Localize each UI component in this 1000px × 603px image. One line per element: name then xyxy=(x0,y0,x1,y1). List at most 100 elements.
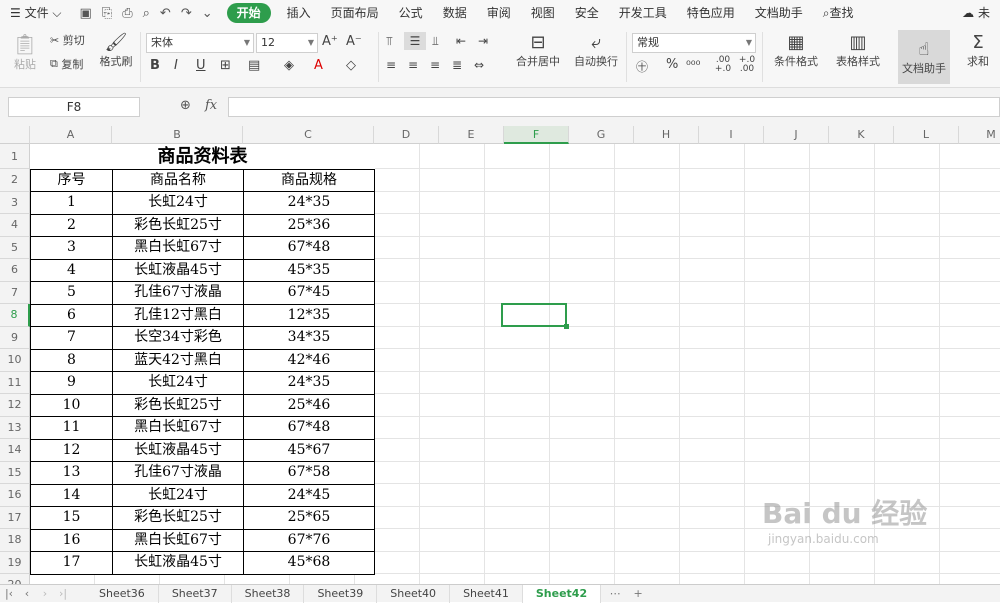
column-header-C[interactable]: C xyxy=(243,126,374,144)
product-spec-cell[interactable]: 25*65 xyxy=(243,506,375,530)
product-name-cell[interactable]: 黑白长虹67寸 xyxy=(112,416,244,440)
tab-formulas[interactable]: 公式 xyxy=(389,0,433,26)
highlight-icon[interactable]: ◈ xyxy=(284,58,294,73)
row-header-13[interactable]: 13 xyxy=(0,416,30,439)
index-cell[interactable]: 11 xyxy=(30,416,113,440)
product-spec-cell[interactable]: 67*58 xyxy=(243,461,375,485)
tab-page-layout[interactable]: 页面布局 xyxy=(321,0,389,26)
product-spec-cell[interactable]: 67*76 xyxy=(243,528,375,552)
font-color-icon[interactable]: A xyxy=(314,58,323,73)
zoom-icon[interactable]: ⊕ xyxy=(180,98,191,113)
sum-button[interactable]: Σ 求和 xyxy=(960,32,996,69)
first-sheet-icon[interactable]: |‹ xyxy=(0,587,18,600)
save-icon[interactable]: ▣ xyxy=(80,6,92,21)
row-header-11[interactable]: 11 xyxy=(0,371,30,394)
table-style-button[interactable]: ▥ 表格样式 xyxy=(830,32,886,69)
row-header-14[interactable]: 14 xyxy=(0,439,30,462)
column-header-D[interactable]: D xyxy=(374,126,439,144)
product-name-cell[interactable]: 孔佳67寸液晶 xyxy=(112,281,244,305)
align-middle-icon[interactable]: ☰ xyxy=(404,32,426,50)
product-name-cell[interactable]: 蓝天42寸黑白 xyxy=(112,348,244,372)
product-spec-cell[interactable]: 12*35 xyxy=(243,303,375,327)
tab-developer[interactable]: 开发工具 xyxy=(609,0,677,26)
row-header-8[interactable]: 8 xyxy=(0,304,30,327)
tab-insert[interactable]: 插入 xyxy=(277,0,321,26)
index-cell[interactable]: 12 xyxy=(30,438,113,462)
index-cell[interactable]: 17 xyxy=(30,551,113,575)
add-sheet-icon[interactable]: + xyxy=(629,587,647,600)
row-header-3[interactable]: 3 xyxy=(0,191,30,214)
search-button[interactable]: ⌕查找 xyxy=(813,0,864,26)
index-cell[interactable]: 1 xyxy=(30,191,113,215)
product-name-cell[interactable]: 长虹液晶45寸 xyxy=(112,551,244,575)
paste-button[interactable]: 📋︎ 粘贴 xyxy=(8,32,42,72)
header-cell[interactable]: 商品名称 xyxy=(112,168,244,192)
align-top-icon[interactable]: ⫪ xyxy=(386,34,393,49)
more-sheets-icon[interactable]: ⋯ xyxy=(601,587,629,600)
thousands-icon[interactable]: ⁰⁰⁰ xyxy=(686,58,700,72)
decrease-font-icon[interactable]: A⁻ xyxy=(346,34,362,49)
row-header-12[interactable]: 12 xyxy=(0,394,30,417)
product-name-cell[interactable]: 黑白长虹67寸 xyxy=(112,528,244,552)
index-cell[interactable]: 14 xyxy=(30,483,113,507)
product-name-cell[interactable]: 长虹24寸 xyxy=(112,371,244,395)
index-cell[interactable]: 5 xyxy=(30,281,113,305)
product-spec-cell[interactable]: 45*68 xyxy=(243,551,375,575)
column-header-L[interactable]: L xyxy=(894,126,959,144)
fill-color-icon[interactable]: ▤ xyxy=(248,58,260,73)
sheet-tab-sheet37[interactable]: Sheet37 xyxy=(159,584,232,603)
tab-view[interactable]: 视图 xyxy=(521,0,565,26)
row-header-6[interactable]: 6 xyxy=(0,259,30,282)
sheet-tab-sheet40[interactable]: Sheet40 xyxy=(377,584,451,603)
index-cell[interactable]: 4 xyxy=(30,258,113,282)
column-header-A[interactable]: A xyxy=(30,126,112,144)
column-header-H[interactable]: H xyxy=(634,126,699,144)
product-spec-cell[interactable]: 25*36 xyxy=(243,213,375,237)
row-header-19[interactable]: 19 xyxy=(0,551,30,574)
tab-home[interactable]: 开始 xyxy=(226,3,271,23)
index-cell[interactable]: 9 xyxy=(30,371,113,395)
header-cell[interactable]: 序号 xyxy=(30,168,113,192)
currency-icon[interactable]: ㊉ xyxy=(636,58,648,75)
column-header-M[interactable]: M xyxy=(959,126,1000,144)
copy-button[interactable]: ⧉ 复制 xyxy=(50,56,83,72)
sheet-tab-sheet42[interactable]: Sheet42 xyxy=(522,584,602,603)
row-header-1[interactable]: 1 xyxy=(0,144,30,169)
product-name-cell[interactable]: 彩色长虹25寸 xyxy=(112,506,244,530)
sheet-tab-sheet38[interactable]: Sheet38 xyxy=(232,584,305,603)
wrap-text-button[interactable]: ⤶ 自动换行 xyxy=(572,32,620,69)
underline-icon[interactable]: U xyxy=(196,58,206,73)
formula-input[interactable] xyxy=(228,97,1000,117)
row-header-2[interactable]: 2 xyxy=(0,169,30,192)
product-spec-cell[interactable]: 45*35 xyxy=(243,258,375,282)
product-spec-cell[interactable]: 45*67 xyxy=(243,438,375,462)
product-spec-cell[interactable]: 24*35 xyxy=(243,191,375,215)
row-header-17[interactable]: 17 xyxy=(0,506,30,529)
row-header-18[interactable]: 18 xyxy=(0,529,30,552)
tab-data[interactable]: 数据 xyxy=(433,0,477,26)
cut-button[interactable]: ✂ 剪切 xyxy=(50,32,85,48)
increase-font-icon[interactable]: A⁺ xyxy=(322,34,338,49)
percent-icon[interactable]: % xyxy=(666,57,678,72)
product-spec-cell[interactable]: 42*46 xyxy=(243,348,375,372)
doc-assistant-button[interactable]: ☝ 文档助手 xyxy=(898,30,950,84)
indent-decrease-icon[interactable]: ⇤ xyxy=(456,34,466,48)
italic-icon[interactable]: I xyxy=(174,58,178,73)
distribute-icon[interactable]: ⇔ xyxy=(474,58,484,72)
bold-icon[interactable]: B xyxy=(150,58,160,73)
sheet-tab-sheet41[interactable]: Sheet41 xyxy=(450,584,523,603)
sheet-tab-sheet39[interactable]: Sheet39 xyxy=(304,584,378,603)
tab-review[interactable]: 审阅 xyxy=(477,0,521,26)
eraser-icon[interactable]: ◇ xyxy=(346,58,356,73)
align-center-icon[interactable]: ≡ xyxy=(408,58,418,72)
prev-sheet-icon[interactable]: ‹ xyxy=(18,587,36,600)
product-name-cell[interactable]: 长虹24寸 xyxy=(112,191,244,215)
row-header-5[interactable]: 5 xyxy=(0,236,30,259)
justify-icon[interactable]: ≣ xyxy=(452,58,462,72)
index-cell[interactable]: 13 xyxy=(30,461,113,485)
column-header-K[interactable]: K xyxy=(829,126,894,144)
product-spec-cell[interactable]: 24*35 xyxy=(243,371,375,395)
product-spec-cell[interactable]: 67*48 xyxy=(243,416,375,440)
format-painter-button[interactable]: 🖌︎ 格式刷 xyxy=(98,32,134,69)
export-icon[interactable]: ⎘ xyxy=(102,6,112,21)
